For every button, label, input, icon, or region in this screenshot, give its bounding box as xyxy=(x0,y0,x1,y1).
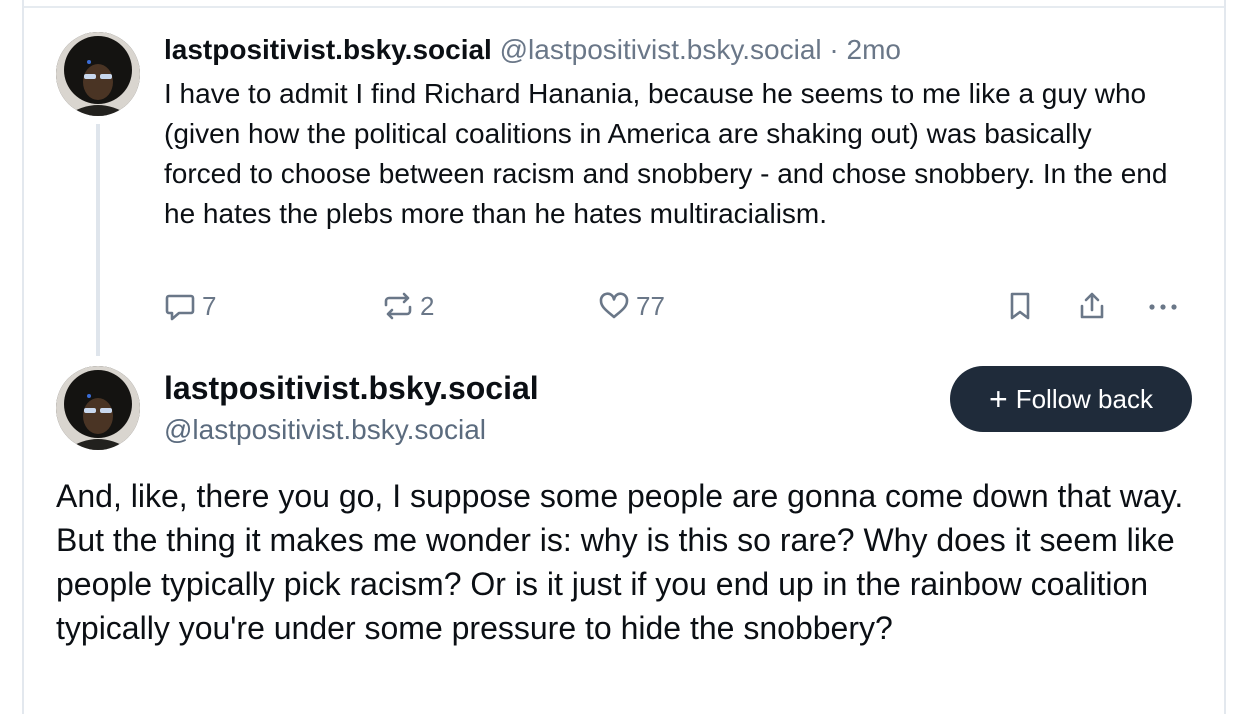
like-count: 77 xyxy=(636,290,665,321)
bookmark-icon xyxy=(1010,292,1030,320)
reply-count: 7 xyxy=(202,290,217,321)
parent-avatar[interactable] xyxy=(56,32,140,116)
avatar-image xyxy=(56,32,140,116)
main-avatar[interactable] xyxy=(56,366,140,450)
share-icon xyxy=(1080,292,1104,319)
separator-dot: · xyxy=(829,34,839,65)
parent-post-text: I have to admit I find Richard Hanania, … xyxy=(164,78,1168,229)
follow-back-label: Follow back xyxy=(1015,383,1153,414)
heart-icon xyxy=(599,292,629,319)
bookmark-button[interactable] xyxy=(1004,288,1036,324)
share-button[interactable] xyxy=(1076,288,1108,324)
reply-icon xyxy=(165,294,195,321)
parent-post-header: lastpositivist.bsky.social @lastpositivi… xyxy=(164,32,901,68)
more-options-button[interactable] xyxy=(1146,288,1180,324)
more-icon xyxy=(1149,304,1177,310)
follow-back-button[interactable]: + Follow back xyxy=(950,366,1192,432)
repost-button[interactable]: 2 xyxy=(382,288,434,324)
avatar-image xyxy=(56,366,140,450)
like-button[interactable]: 77 xyxy=(598,288,665,324)
parent-timestamp[interactable]: 2mo xyxy=(847,34,901,65)
plus-icon: + xyxy=(989,381,1008,417)
main-display-name[interactable]: lastpositivist.bsky.social xyxy=(164,368,539,408)
main-post-text: And, like, there you go, I suppose some … xyxy=(56,478,1184,646)
parent-display-name[interactable]: lastpositivist.bsky.social xyxy=(164,34,492,65)
reply-button[interactable]: 7 xyxy=(164,288,216,324)
repost-icon xyxy=(384,292,412,320)
parent-handle[interactable]: @lastpositivist.bsky.social xyxy=(500,34,822,65)
main-handle[interactable]: @lastpositivist.bsky.social xyxy=(164,412,486,448)
repost-count: 2 xyxy=(420,290,435,321)
parent-post-actions: 7 2 77 xyxy=(0,288,1236,324)
